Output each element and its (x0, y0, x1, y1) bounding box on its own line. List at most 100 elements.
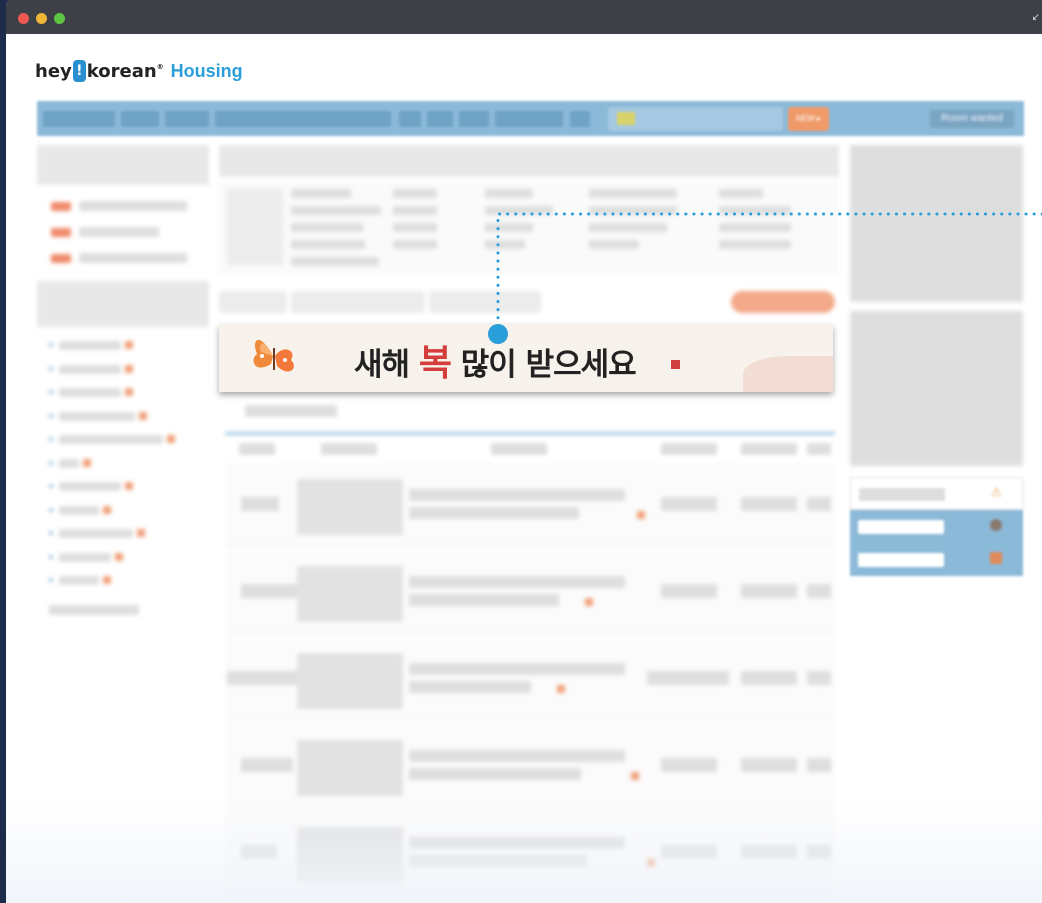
listing-thumbnail[interactable] (297, 653, 403, 709)
summary-cell (589, 240, 639, 249)
new-badge (51, 202, 71, 211)
banner-highlight-character: 복 (418, 342, 452, 384)
nav-item[interactable] (399, 111, 421, 127)
category-item[interactable] (59, 411, 135, 421)
close-window-button[interactable] (18, 13, 29, 24)
new-post-button[interactable]: NEW ▸ (788, 107, 829, 131)
list-item[interactable] (79, 227, 159, 237)
summary-cells (219, 181, 839, 275)
column-header[interactable] (661, 443, 717, 455)
summary-cell (719, 189, 763, 198)
new-year-greeting-banner[interactable]: 새해 복 많이 받으세요 (219, 324, 833, 392)
category-count-badge (83, 458, 91, 467)
room-wanted-button[interactable]: Room wanted (930, 110, 1014, 128)
summary-cell (291, 257, 379, 266)
widget-label (858, 520, 944, 534)
butterfly-icon (253, 339, 294, 372)
category-bullet-icon (49, 437, 53, 441)
site-logo[interactable]: hey ! korean ® Housing (35, 60, 243, 82)
listing-thumbnail[interactable] (297, 479, 403, 535)
filter-tab[interactable] (429, 291, 541, 313)
category-item[interactable] (59, 435, 163, 444)
summary-cell (589, 223, 667, 232)
widget-row[interactable] (850, 510, 1023, 543)
summary-cell (589, 206, 677, 215)
column-header[interactable] (741, 443, 797, 455)
listing-extra (807, 758, 831, 772)
fan-decoration (743, 356, 833, 392)
summary-cell (291, 206, 381, 215)
nav-item[interactable] (121, 111, 159, 127)
summary-cell (393, 223, 437, 232)
quick-links-widget: ⚠ (850, 477, 1023, 576)
nav-item[interactable] (165, 111, 209, 127)
table-row[interactable] (225, 637, 835, 721)
listing-thumbnail[interactable] (297, 740, 403, 796)
logo-brand-suffix: korean (86, 60, 157, 82)
category-item[interactable] (59, 576, 99, 585)
nav-item[interactable] (570, 111, 590, 127)
gift-icon (990, 552, 1002, 564)
window-titlebar: ↙ (6, 0, 1042, 34)
column-header[interactable] (491, 443, 547, 455)
nav-search-input[interactable] (608, 107, 783, 131)
summary-cell (485, 240, 525, 249)
category-count-badge (139, 411, 147, 420)
category-count-badge (103, 505, 111, 514)
logo-registered-mark: ® (156, 63, 164, 71)
post-listing-button[interactable] (731, 291, 835, 313)
ad-placeholder (850, 145, 1023, 302)
listing-subtitle (409, 507, 579, 519)
banner-greeting-text: 새해 복 많이 받으세요 (354, 334, 637, 386)
summary-cell (589, 189, 677, 198)
minimize-window-button[interactable] (36, 13, 47, 24)
resize-arrows-icon[interactable]: ↙ (1032, 12, 1040, 23)
list-item[interactable] (79, 201, 187, 211)
widget-row[interactable]: ⚠ (850, 477, 1023, 510)
list-item[interactable] (79, 253, 187, 263)
category-count-badge (115, 552, 123, 561)
category-item[interactable] (59, 458, 79, 468)
nav-item[interactable] (427, 111, 453, 127)
sidebar-footer-link[interactable] (49, 605, 139, 615)
nav-item[interactable] (215, 111, 391, 127)
listing-title[interactable] (409, 489, 625, 501)
summary-cell (291, 223, 363, 232)
sidebar-category-list (41, 333, 205, 593)
nav-item[interactable] (495, 111, 563, 127)
nav-item[interactable] (459, 111, 489, 127)
summary-cell (393, 240, 437, 249)
table-row[interactable] (225, 463, 835, 547)
table-row[interactable] (225, 550, 835, 634)
filter-tab[interactable] (219, 291, 287, 313)
breadcrumb[interactable] (245, 405, 337, 417)
category-item[interactable] (59, 505, 99, 515)
category-item[interactable] (59, 482, 121, 491)
warning-icon: ⚠ (991, 485, 1002, 499)
column-header[interactable] (321, 443, 377, 455)
category-item[interactable] (59, 341, 121, 350)
avatar-icon (990, 519, 1002, 531)
category-item[interactable] (59, 388, 121, 397)
category-item[interactable] (59, 529, 133, 538)
column-header[interactable] (239, 443, 275, 455)
category-count-badge (125, 388, 133, 396)
listing-area (741, 584, 797, 598)
column-header[interactable] (807, 443, 831, 455)
category-bullet-icon (49, 578, 53, 582)
category-item[interactable] (59, 552, 111, 562)
summary-cell (393, 189, 437, 198)
category-item[interactable] (59, 364, 121, 374)
widget-row[interactable] (850, 543, 1023, 576)
listing-thumbnail[interactable] (297, 566, 403, 622)
listing-title[interactable] (409, 576, 625, 588)
listing-title[interactable] (409, 663, 625, 675)
filter-tab[interactable] (291, 291, 425, 313)
maximize-window-button[interactable] (54, 13, 65, 24)
table-row[interactable] (225, 724, 835, 808)
summary-cell (485, 206, 553, 215)
nav-item[interactable] (43, 111, 115, 127)
listing-title[interactable] (409, 750, 625, 762)
new-badge (51, 228, 71, 237)
ad-placeholder (850, 311, 1023, 466)
